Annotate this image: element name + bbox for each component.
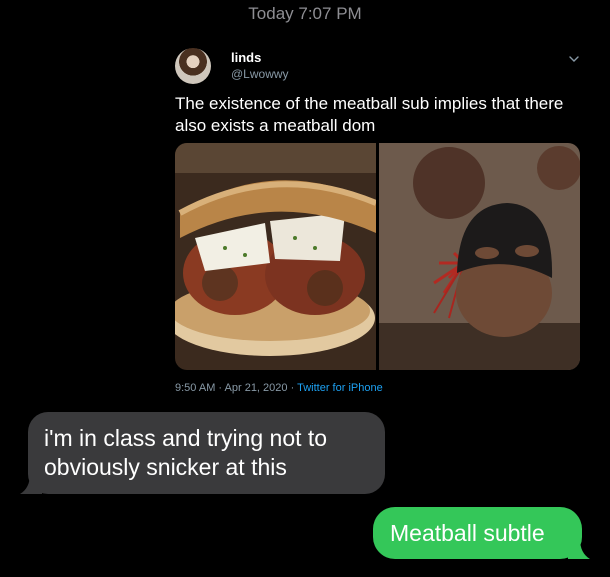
embedded-tweet[interactable]: linds @Lwowwy The existence of the meatb… bbox=[155, 38, 595, 400]
tweet-text: The existence of the meatball sub implie… bbox=[175, 94, 564, 135]
meatball-sub-image[interactable] bbox=[175, 143, 376, 370]
tweet-source-link[interactable]: Twitter for iPhone bbox=[297, 382, 383, 394]
avatar[interactable] bbox=[175, 48, 211, 84]
outgoing-message-text: Meatball subtle bbox=[390, 520, 545, 546]
tweet-meta: 9:50 AM · Apr 21, 2020 · Twitter for iPh… bbox=[175, 382, 383, 394]
tweet-media[interactable] bbox=[175, 143, 580, 370]
conversation-timestamp: Today 7:07 PM bbox=[248, 4, 362, 23]
incoming-message-bubble[interactable]: i'm in class and trying not to obviously… bbox=[20, 412, 385, 494]
bubble-tail-icon bbox=[20, 474, 42, 494]
chevron-down-icon[interactable] bbox=[567, 52, 581, 66]
tweet-author-handle[interactable]: @Lwowwy bbox=[231, 67, 289, 81]
incoming-message-text: i'm in class and trying not to obviously… bbox=[44, 425, 328, 480]
tweet-posted-at: 9:50 AM · Apr 21, 2020 · bbox=[175, 382, 295, 394]
meatball-dom-image[interactable] bbox=[379, 143, 580, 370]
outgoing-message-bubble[interactable]: Meatball subtle bbox=[373, 507, 590, 559]
tweet-author-name[interactable]: linds bbox=[231, 50, 261, 65]
bubble-tail-icon bbox=[568, 539, 590, 559]
